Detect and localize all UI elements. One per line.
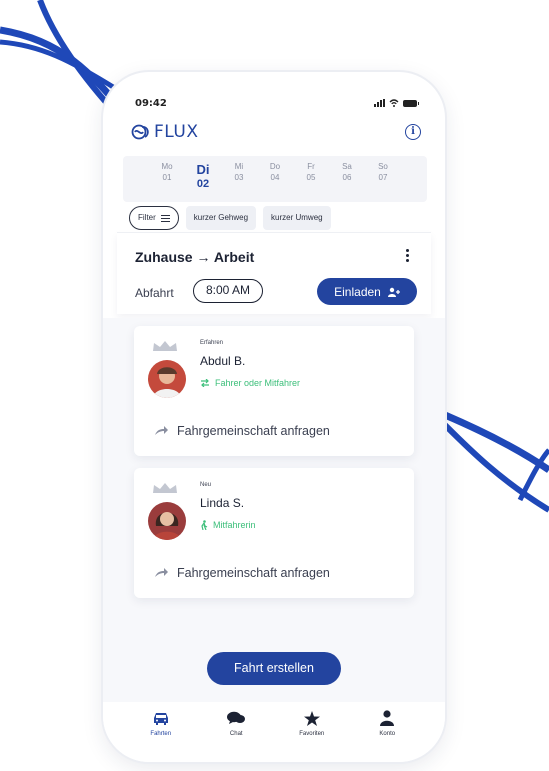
signal-icon (374, 99, 385, 107)
tab-label: Favoriten (299, 731, 325, 737)
request-carpool-button[interactable]: Fahrgemeinschaft anfragen (154, 566, 330, 580)
walk-icon (201, 520, 208, 530)
status-time: 09:42 (135, 98, 167, 109)
match-list: Erfahren Abdul B. Fahrer oder Mitfahrer … (103, 318, 445, 702)
day-name: Fr (307, 162, 315, 171)
phone-frame: 09:42 FLUX i Mo 01 Di 02 Mi 03 Do 04 Fr 05 Sa… (103, 72, 445, 762)
star-icon (303, 710, 320, 726)
tab-favoriten[interactable]: Favoriten (282, 710, 342, 762)
day-so[interactable]: So 07 (370, 162, 396, 202)
avatar (148, 360, 186, 398)
day-do[interactable]: Do 04 (262, 162, 288, 202)
share-arrow-icon (155, 426, 168, 435)
departure-time-button[interactable]: 8:00 AM (193, 279, 263, 303)
day-fr[interactable]: Fr 05 (298, 162, 324, 202)
day-date: 01 (162, 173, 172, 182)
day-date: 02 (196, 178, 210, 190)
crown-icon (153, 483, 177, 493)
route-card: Zuhause → Arbeit Abfahrt 8:00 AM Einlade… (117, 232, 431, 314)
tab-label: Chat (229, 731, 243, 737)
day-date: 07 (378, 173, 388, 182)
share-arrow-icon (155, 568, 168, 577)
app-logo: FLUX (131, 122, 199, 142)
battery-icon (403, 99, 419, 107)
day-date: 04 (270, 173, 280, 182)
avatar (148, 502, 186, 540)
more-icon[interactable] (406, 249, 409, 262)
status-bar: 09:42 (135, 98, 419, 112)
match-name: Linda S. (200, 496, 245, 510)
app-header: FLUX i (131, 120, 421, 146)
week-selector: Mo 01 Di 02 Mi 03 Do 04 Fr 05 Sa 06 So 07 (123, 156, 427, 202)
day-date: 06 (342, 173, 352, 182)
chip-short-walk[interactable]: kurzer Gehweg (185, 206, 257, 230)
match-card[interactable]: Neu Linda S. Mitfahrerin Fahrgemeinschaf… (134, 468, 414, 598)
experience-level: Erfahren (200, 340, 224, 346)
match-card[interactable]: Erfahren Abdul B. Fahrer oder Mitfahrer … (134, 326, 414, 456)
tab-label: Fahrten (150, 731, 172, 737)
day-name: Di (196, 162, 210, 177)
wifi-icon (389, 99, 399, 107)
match-role-label: Fahrer oder Mitfahrer (215, 378, 301, 388)
add-user-icon (387, 287, 400, 297)
day-name: Do (269, 162, 281, 171)
crown-icon (153, 341, 177, 351)
invite-button[interactable]: Einladen (317, 278, 417, 305)
day-name: Mi (234, 162, 244, 171)
day-date: 05 (306, 173, 316, 182)
flux-logo-icon (131, 124, 149, 140)
day-mo[interactable]: Mo 01 (154, 162, 180, 202)
tab-label: Konto (379, 731, 396, 737)
chip-short-detour[interactable]: kurzer Umweg (263, 206, 331, 230)
day-name: So (378, 162, 388, 171)
day-sa[interactable]: Sa 06 (334, 162, 360, 202)
match-role-label: Mitfahrerin (213, 520, 256, 530)
invite-label: Einladen (334, 284, 381, 299)
chat-icon (227, 711, 246, 724)
day-name: Sa (342, 162, 352, 171)
match-role: Mitfahrerin (200, 520, 256, 530)
filter-label: Filter (138, 213, 156, 222)
day-date: 03 (234, 173, 244, 182)
info-icon[interactable]: i (405, 124, 421, 140)
departure-label: Abfahrt (135, 286, 174, 300)
tab-bar: Fahrten Chat Favoriten Konto (103, 702, 445, 762)
day-mi[interactable]: Mi 03 (226, 162, 252, 202)
route-title: Zuhause → Arbeit (135, 249, 255, 265)
car-swap-icon (201, 379, 209, 387)
user-icon (380, 710, 395, 726)
filter-button[interactable]: Filter (129, 206, 179, 230)
tab-chat[interactable]: Chat (206, 710, 266, 762)
match-name: Abdul B. (200, 354, 246, 368)
day-di[interactable]: Di 02 (190, 162, 216, 202)
experience-level: Neu (200, 482, 212, 488)
tab-konto[interactable]: Konto (357, 710, 417, 762)
request-carpool-label: Fahrgemeinschaft anfragen (177, 566, 330, 580)
sliders-icon (160, 214, 170, 222)
status-icons (374, 99, 419, 107)
match-role: Fahrer oder Mitfahrer (200, 378, 300, 388)
request-carpool-button[interactable]: Fahrgemeinschaft anfragen (154, 424, 330, 438)
tab-fahrten[interactable]: Fahrten (131, 710, 191, 762)
request-carpool-label: Fahrgemeinschaft anfragen (177, 424, 330, 438)
day-name: Mo (161, 162, 173, 171)
car-icon (153, 712, 168, 725)
create-ride-button[interactable]: Fahrt erstellen (207, 652, 341, 685)
logo-text: FLUX (154, 122, 199, 142)
filter-bar: Filter kurzer Gehweg kurzer Umweg (129, 206, 331, 230)
